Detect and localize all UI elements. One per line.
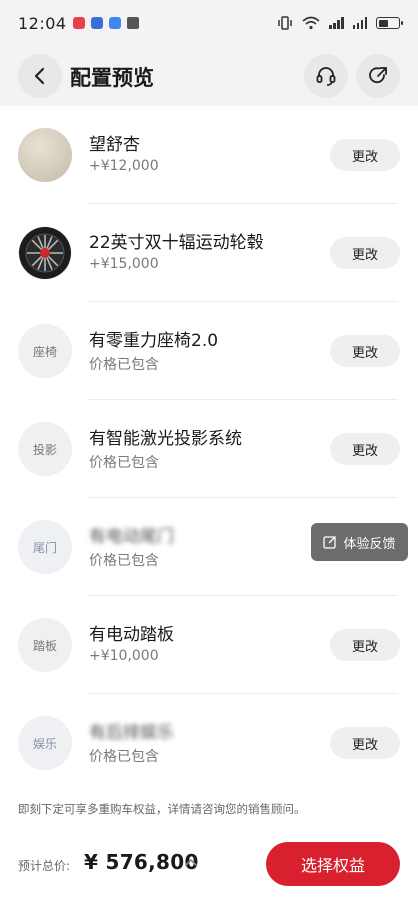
- status-left: 12:04: [18, 14, 139, 33]
- back-button[interactable]: [18, 54, 62, 98]
- item-price: 价格已包含: [89, 455, 159, 471]
- page-title: 配置预览: [70, 66, 154, 90]
- change-button[interactable]: 更改: [330, 727, 400, 759]
- list-item: 娱乐 有后排娱乐 价格已包含 更改: [0, 694, 418, 792]
- total-label: 预计总价:: [18, 859, 71, 873]
- list-item: 座椅 有零重力座椅2.0 价格已包含 更改: [0, 302, 418, 400]
- signal-icon: [329, 17, 344, 29]
- item-price: 价格已包含: [89, 553, 159, 569]
- change-button[interactable]: 更改: [330, 139, 400, 171]
- nfc-icon: [126, 17, 139, 29]
- list-item: 望舒杏 +¥12,000 更改: [0, 106, 418, 204]
- signal-icon: [352, 17, 367, 29]
- item-name: 有零重力座椅2.0: [89, 331, 219, 351]
- wheel-image: [18, 226, 72, 280]
- wifi-icon: [302, 16, 320, 30]
- status-bar: 12:04: [0, 0, 418, 46]
- notification-icon: [108, 17, 121, 29]
- item-price: +¥15,000: [89, 256, 159, 272]
- change-button[interactable]: 更改: [330, 237, 400, 269]
- color-swatch: [18, 128, 72, 182]
- item-price: +¥12,000: [89, 158, 159, 174]
- change-button[interactable]: 更改: [330, 433, 400, 465]
- customer-service-button[interactable]: [304, 54, 348, 98]
- change-button[interactable]: 更改: [330, 335, 400, 367]
- list-item: 22英寸双十辐运动轮毂 +¥15,000 更改: [0, 204, 418, 302]
- item-name: 有电动尾门: [89, 527, 174, 547]
- feedback-button[interactable]: 体验反馈: [311, 523, 408, 561]
- item-price: +¥10,000: [89, 648, 159, 664]
- share-button[interactable]: [356, 54, 400, 98]
- item-name: 有后排娱乐: [89, 723, 174, 743]
- item-thumb: 娱乐: [18, 716, 72, 770]
- notification-icon: [72, 17, 85, 29]
- status-time: 12:04: [18, 13, 67, 33]
- chevron-left-icon: [34, 67, 45, 85]
- vibrate-icon: [278, 16, 292, 30]
- item-thumb: 踏板: [18, 618, 72, 672]
- status-right: [277, 16, 403, 30]
- item-thumb: 投影: [18, 422, 72, 476]
- item-name: 有智能激光投影系统: [89, 429, 242, 449]
- item-price: 价格已包含: [89, 749, 159, 765]
- edit-icon: [323, 536, 337, 549]
- headset-icon: [316, 67, 336, 86]
- chevron-up-icon[interactable]: [184, 857, 198, 867]
- share-icon: [369, 67, 387, 84]
- purchase-notice: 即刻下定可享多重购车权益，详情请咨询您的销售顾问。: [18, 802, 306, 816]
- list-item: 投影 有智能激光投影系统 价格已包含 更改: [0, 400, 418, 498]
- item-thumb: 座椅: [18, 324, 72, 378]
- item-name: 有电动踏板: [89, 625, 174, 645]
- notification-icon: [90, 17, 103, 29]
- item-name: 22英寸双十辐运动轮毂: [89, 233, 264, 253]
- battery-icon: [376, 17, 403, 29]
- header: 配置预览: [0, 46, 418, 106]
- bottom-bar: 预计总价: ¥ 576,800 选择权益: [0, 830, 418, 900]
- battery-fill: [378, 19, 389, 27]
- item-price: 价格已包含: [89, 357, 159, 373]
- feedback-label: 体验反馈: [343, 536, 396, 552]
- total-price: ¥ 576,800: [84, 850, 199, 874]
- select-benefits-button[interactable]: 选择权益: [266, 842, 400, 886]
- item-thumb: 尾门: [18, 520, 72, 574]
- item-name: 望舒杏: [89, 135, 140, 155]
- change-button[interactable]: 更改: [330, 629, 400, 661]
- list-item: 踏板 有电动踏板 +¥10,000 更改: [0, 596, 418, 694]
